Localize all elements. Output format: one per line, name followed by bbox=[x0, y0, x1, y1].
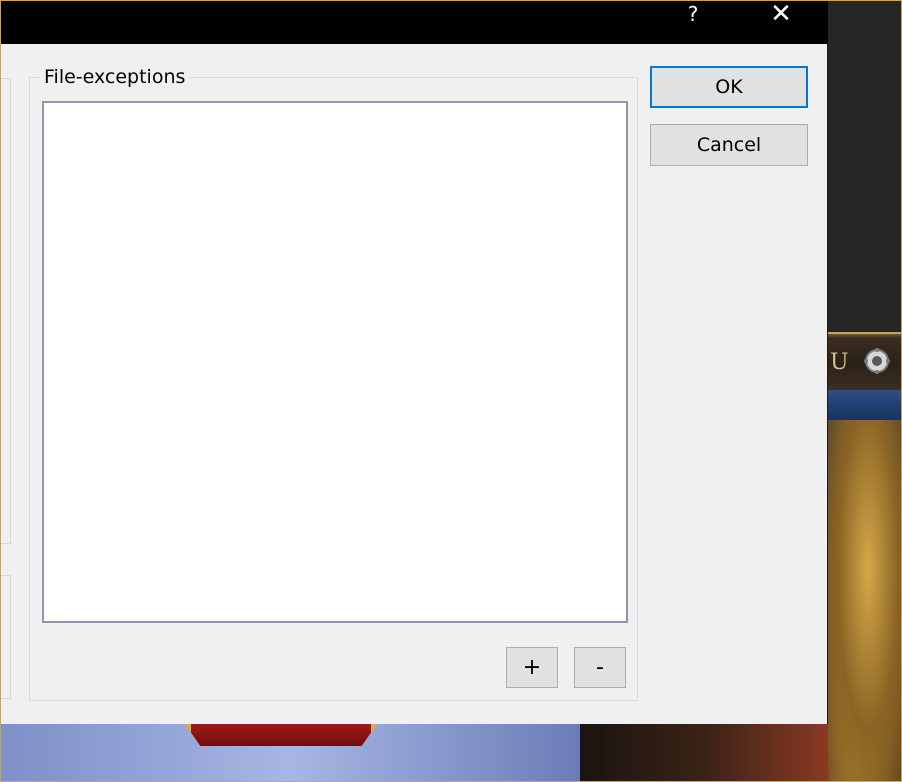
left-panel-edge-lower bbox=[0, 575, 11, 699]
remove-exception-button[interactable]: - bbox=[574, 647, 626, 688]
file-exceptions-label: File-exceptions bbox=[40, 64, 190, 90]
background-blue-strip bbox=[828, 390, 902, 420]
cancel-button[interactable]: Cancel bbox=[650, 124, 808, 166]
help-button[interactable]: ? bbox=[670, 0, 716, 30]
file-exceptions-list[interactable] bbox=[42, 101, 628, 623]
background-banner-right bbox=[580, 724, 828, 782]
background-dark-panel bbox=[828, 0, 902, 332]
background-emblem bbox=[185, 724, 377, 746]
background-partial-text: U bbox=[830, 350, 849, 375]
file-exceptions-dialog: ? ✕ File-exceptions OK Cancel + - bbox=[0, 0, 828, 724]
dialog-titlebar: ? ✕ bbox=[0, 0, 828, 44]
add-exception-button[interactable]: + bbox=[506, 647, 558, 688]
close-button[interactable]: ✕ bbox=[758, 0, 804, 30]
left-panel-edge bbox=[0, 78, 11, 544]
gear-icon bbox=[864, 348, 890, 374]
ok-button[interactable]: OK bbox=[650, 66, 808, 108]
background-game-art bbox=[828, 420, 902, 782]
